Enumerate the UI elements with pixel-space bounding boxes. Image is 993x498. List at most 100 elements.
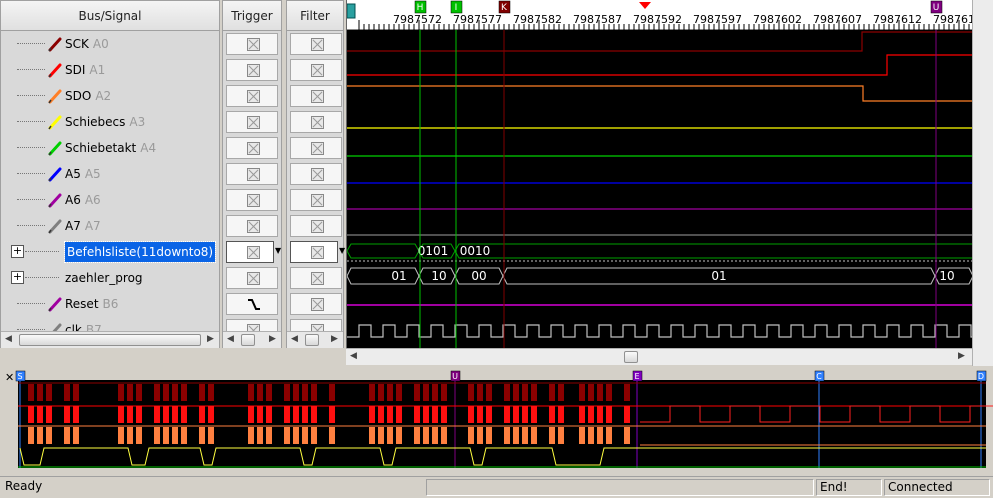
signal-row[interactable]: Schiebetakt A4 [1,135,219,161]
signal-name[interactable]: zaehler_prog [65,271,143,285]
trigger-cell[interactable] [226,215,278,237]
expand-icon[interactable]: + [11,271,24,284]
color-pen-icon[interactable] [47,114,63,130]
scroll-right-icon[interactable]: ▶ [331,334,338,344]
signal-row[interactable]: Schiebecs A3 [1,109,219,135]
color-pen-icon[interactable] [47,62,63,78]
scroll-left-icon[interactable]: ◀ [227,334,234,344]
trigger-hscrollbar[interactable]: ◀ ▶ [223,331,281,348]
signal-row[interactable]: Reset B6 [1,291,219,317]
signal-name[interactable]: SDI A1 [65,63,105,77]
waveform-scroll-thumb[interactable] [624,351,638,363]
signal-row[interactable]: SDI A1 [1,57,219,83]
filter-cell[interactable] [290,267,342,289]
filter-cell[interactable] [290,85,342,107]
signal-hscrollbar[interactable]: ◀ ▶ [1,331,219,348]
status-end: End! [816,479,882,496]
color-pen-icon[interactable] [47,296,63,312]
filter-cell[interactable] [290,59,342,81]
signal-row[interactable]: + zaehler_prog [1,265,219,291]
signal-row[interactable]: A5 A5 [1,161,219,187]
ruler-label: 7987592 [633,13,682,26]
filter-cell[interactable] [290,111,342,133]
trigger-cell[interactable] [226,137,278,159]
trigger-cell[interactable] [226,267,278,289]
filter-cell[interactable] [290,33,342,55]
filter-panel: Filter ▼ ◀ ▶ [286,0,345,348]
trigger-cell[interactable] [226,111,278,133]
signal-name[interactable]: Schiebecs A3 [65,115,145,129]
trigger-cell[interactable] [226,293,278,315]
trigger-cell[interactable] [226,241,274,263]
signal-name[interactable]: A6 A6 [65,193,101,207]
scroll-right-icon[interactable]: ▶ [207,334,214,344]
time-ruler[interactable]: 7987572 7987577 7987582 7987587 7987592 79875… [346,0,982,30]
filter-hscrollbar[interactable]: ◀ ▶ [287,331,343,348]
cursor-marker-i[interactable]: I [450,0,463,14]
signal-scroll-thumb[interactable] [19,334,201,346]
signal-name[interactable]: A5 A5 [65,167,101,181]
signal-row[interactable]: A6 A6 [1,187,219,213]
cursor-marker-k[interactable]: K [498,0,511,14]
overview-panel: ✕ S U E C D [0,370,993,474]
waveform-hscrollbar[interactable]: ◀ ▶ [346,348,972,365]
close-icon[interactable]: ✕ [5,371,14,384]
bus-value: 01 [711,269,726,283]
chevron-down-icon[interactable]: ▼ [339,246,345,255]
signal-name[interactable]: SDO A2 [65,89,111,103]
color-pen-icon[interactable] [47,140,63,156]
signal-name[interactable]: Befehlsliste(11downto8) [63,241,217,263]
trigger-cell[interactable] [226,189,278,211]
cursor-marker-u[interactable]: U [930,0,943,14]
trigger-row [223,83,281,109]
filter-scroll-thumb[interactable] [305,334,319,346]
color-pen-icon[interactable] [47,36,63,52]
expand-icon[interactable]: + [11,245,24,258]
filter-cell[interactable] [290,137,342,159]
trigger-column-header[interactable]: Trigger [223,1,281,31]
color-pen-icon[interactable] [47,192,63,208]
filter-cell[interactable] [290,215,342,237]
waveform-traces: 0101 0010 01 10 00 01 10 [347,30,973,348]
trigger-cell[interactable] [226,33,278,55]
signal-row[interactable]: + Befehlsliste(11downto8) [1,239,219,265]
tree-connector [17,199,45,200]
scroll-right-icon[interactable]: ▶ [269,334,276,344]
overview-traces[interactable]: SUECD [0,370,993,474]
filter-column-header[interactable]: Filter [287,1,343,31]
scroll-right-icon[interactable]: ▶ [958,351,965,361]
trigger-cell[interactable] [226,59,278,81]
chevron-down-icon[interactable]: ▼ [275,246,281,255]
color-pen-icon[interactable] [47,166,63,182]
scroll-left-icon[interactable]: ◀ [5,334,12,344]
trigger-cell[interactable] [226,163,278,185]
channel-label: A7 [84,219,101,233]
filter-cell[interactable] [290,293,342,315]
signal-row[interactable]: SCK A0 [1,31,219,57]
color-pen-icon[interactable] [47,218,63,234]
signal-name[interactable]: Schiebetakt A4 [65,141,156,155]
scroll-left-icon[interactable]: ◀ [291,334,298,344]
ruler-label: 7987607 [813,13,862,26]
signal-name[interactable]: Reset B6 [65,297,118,311]
tree-connector [17,121,45,122]
scroll-left-icon[interactable]: ◀ [350,351,357,361]
trigger-scroll-thumb[interactable] [241,334,255,346]
signal-column-header[interactable]: Bus/Signal [1,1,219,31]
filter-cell[interactable] [290,163,342,185]
signal-list-panel: Bus/Signal SCK A0 SDI A1 SDO A2 Schiebecs A3 Sch… [0,0,220,348]
cursor-marker-h[interactable]: H [414,0,427,14]
ruler-svg: 7987572 7987577 7987582 7987587 7987592 79875… [346,0,982,30]
trigger-row [223,57,281,83]
signal-name[interactable]: A7 A7 [65,219,101,233]
filter-cell[interactable] [290,189,342,211]
waveform-view[interactable]: 7987572 7987577 7987582 7987587 7987592 79875… [346,0,982,348]
vertical-scrollbar[interactable] [972,0,993,366]
color-pen-icon[interactable] [47,88,63,104]
trigger-cell[interactable] [226,85,278,107]
signal-row[interactable]: SDO A2 [1,83,219,109]
status-ready: Ready [5,479,43,493]
filter-cell[interactable] [290,241,338,263]
signal-row[interactable]: A7 A7 [1,213,219,239]
signal-name[interactable]: SCK A0 [65,37,109,51]
